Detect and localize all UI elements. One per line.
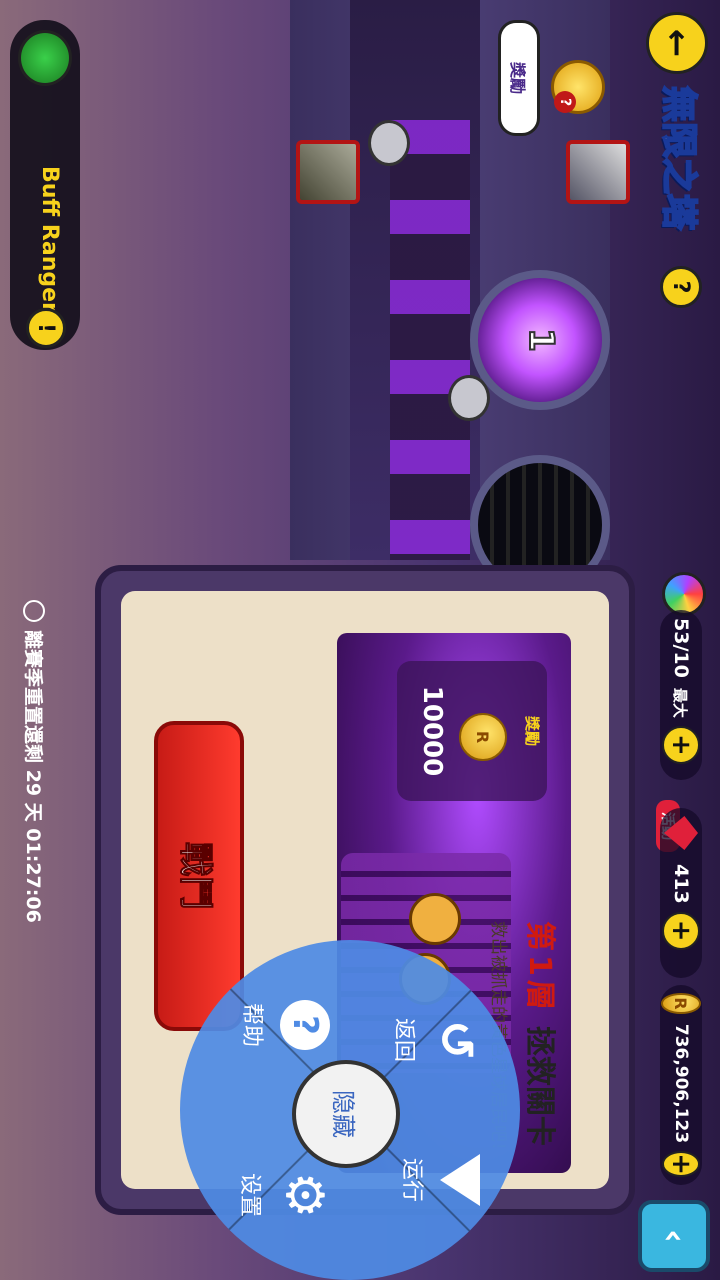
frog-avatar [18,30,72,86]
add-gem-button[interactable]: + [662,911,700,950]
energy-value: 53/10 [670,618,692,678]
floating-radial-menu: ↺ 返回 运行 ? 帮助 ⚙ 设置 隐藏 [180,940,520,1280]
collapse-button[interactable]: ‹ [638,1200,710,1272]
menu-help-label: 帮助 [239,1002,264,1047]
gear-icon: ⚙ [274,1171,334,1219]
gem-counter: 413 + [660,808,702,978]
tower-scene: 1 獎勵 ? [270,0,630,595]
add-energy-button[interactable]: + [662,725,700,764]
floor-suffix: 層 [522,979,557,1010]
page-title: 無限之塔 [657,85,700,231]
coin-icon: R [661,993,701,1014]
coin-value: 736,906,123 [671,1023,691,1144]
skull-ornament-icon [368,120,410,166]
reward-label: 獎勵 [523,715,541,746]
stage-thumbnail-2[interactable] [296,140,360,204]
play-icon [440,1154,480,1206]
coin-counter: R 736,906,123 + [660,985,702,1185]
gem-value: 413 [670,864,692,904]
menu-settings-label: 设置 [237,1172,262,1217]
reward-bubble[interactable]: 獎勵 [498,20,540,136]
reward-box: 獎勵 R 10000 [397,661,547,801]
energy-counter: 53/10 最大 + [660,610,702,780]
floor-value: 1 [522,955,557,976]
question-icon[interactable]: ? [660,266,702,308]
character-name: Buff Ranger [37,166,62,313]
chevron-left-icon: ‹ [654,1228,694,1243]
stage-thumbnail-1[interactable] [566,140,630,204]
floor-number: 1 [520,327,562,353]
menu-hide-button[interactable]: 隐藏 [292,1060,400,1168]
menu-run-label: 运行 [399,1157,424,1202]
floor-prefix: 第 [522,921,557,951]
season-countdown: 離賽季重置還剩 29 天 01:27:06 [21,600,48,923]
gem-icon [664,816,698,850]
game-screen: 1 獎勵 ? ← 無限之塔 ? 53/10 最大 + 活動 413 + R 73… [0,0,720,1280]
menu-back-label: 返回 [391,1017,416,1062]
trophy-icon[interactable]: ? [551,60,605,114]
menu-help-button[interactable]: ? 帮助 [220,970,330,1080]
alert-icon[interactable]: ! [26,308,66,348]
add-coin-button[interactable]: + [662,1151,700,1177]
season-countdown-text: 離賽季重置還剩 29 天 01:27:06 [22,630,44,923]
character-bar[interactable]: Buff Ranger ! [10,20,80,350]
back-button[interactable]: ← [646,12,708,74]
trophy-badge: ? [554,91,576,113]
purple-windows [390,120,470,560]
energy-max-label: 最大 [671,687,690,718]
help-icon: ? [280,1000,330,1050]
undo-icon: ↺ [428,1019,484,1061]
stage-title: 拯救關卡 [522,1025,557,1146]
clock-icon [23,600,46,622]
reward-amount: 10000 [417,685,447,777]
captive-resident-icon [409,893,461,945]
menu-back-button[interactable]: ↺ 返回 [370,990,484,1090]
skull-ornament-icon [448,375,490,421]
stage-title-line: 第 1 層 拯救關卡 [521,921,565,1181]
reward-coin-icon: R [459,713,507,761]
arrow-left-icon: ← [646,12,708,74]
tower-floor-1-door[interactable]: 1 [470,270,610,410]
